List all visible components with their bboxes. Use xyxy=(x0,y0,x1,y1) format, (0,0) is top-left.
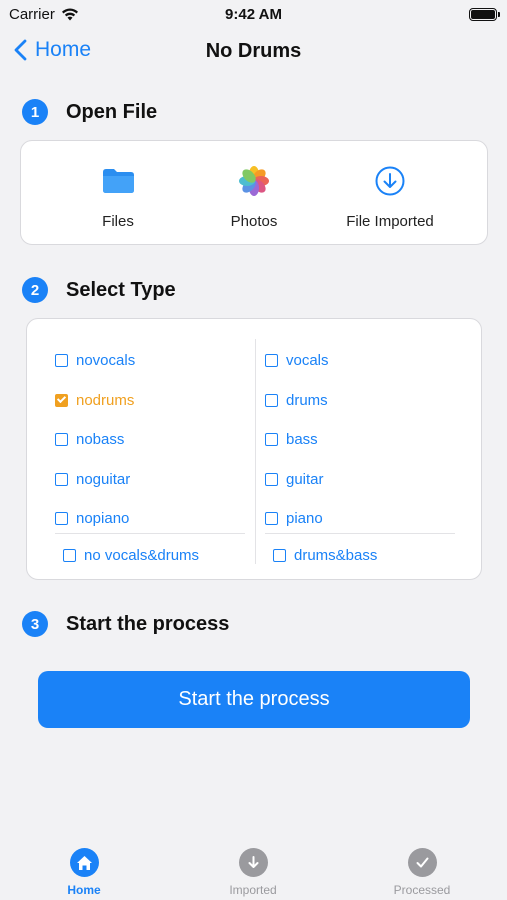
navigation-bar: Home No Drums xyxy=(0,32,507,74)
status-time: 9:42 AM xyxy=(225,6,282,23)
option-label: nodrums xyxy=(76,391,135,409)
checkbox[interactable] xyxy=(265,354,278,368)
status-bar: Carrier 9:42 AM xyxy=(0,0,507,28)
checkmark-icon xyxy=(407,848,437,877)
option-label: nopiano xyxy=(76,510,130,528)
checkbox[interactable] xyxy=(55,472,68,486)
tab-label: Home xyxy=(67,883,101,897)
type-option-vocals[interactable]: vocals xyxy=(265,341,455,381)
option-label: no vocals&drums xyxy=(84,547,200,564)
option-label: novocals xyxy=(76,352,136,370)
section-select-type: 2 Select Type xyxy=(22,277,176,303)
tab-label: Processed xyxy=(393,883,451,897)
step-badge: 2 xyxy=(22,277,48,303)
page-title: No Drums xyxy=(205,40,302,62)
type-option-nodrums[interactable]: nodrums xyxy=(55,381,245,421)
type-option-drums-bass[interactable]: drums&bass xyxy=(273,547,377,564)
section-title: Select Type xyxy=(66,278,176,301)
battery-icon xyxy=(469,8,500,21)
option-label: guitar xyxy=(286,470,324,488)
checkbox[interactable] xyxy=(55,433,68,447)
column-divider xyxy=(255,339,256,564)
option-label: vocals xyxy=(286,352,329,370)
photos-label: Photos xyxy=(230,213,278,230)
section-open-file: 1 Open File xyxy=(22,99,157,125)
type-option-guitar[interactable]: guitar xyxy=(265,460,455,500)
start-process-button[interactable]: Start the process xyxy=(38,671,470,728)
checkbox[interactable] xyxy=(273,549,286,562)
type-selection-card: novocals nodrums nobass noguitar nopiano… xyxy=(26,318,482,580)
row-divider-right xyxy=(265,533,455,534)
checkbox[interactable] xyxy=(265,393,278,407)
option-label: nobass xyxy=(76,431,125,449)
option-label: drums&bass xyxy=(294,547,378,564)
checkbox[interactable] xyxy=(265,472,278,486)
file-imported-label: File Imported xyxy=(346,213,434,230)
file-source-card: Files Photos File Imported xyxy=(20,140,488,245)
section-title: Start the process xyxy=(66,612,230,635)
files-option[interactable]: Files xyxy=(43,163,193,230)
files-label: Files xyxy=(102,213,134,230)
checkbox[interactable] xyxy=(265,512,278,526)
photos-option[interactable]: Photos xyxy=(179,163,329,230)
type-option-nobass[interactable]: nobass xyxy=(55,420,245,460)
home-icon xyxy=(69,848,99,877)
section-start: 3 Start the process xyxy=(22,611,229,637)
tab-home[interactable]: Home xyxy=(24,848,144,897)
type-column-left: novocals nodrums nobass noguitar nopiano xyxy=(55,341,245,539)
type-column-right: vocals drums bass guitar piano xyxy=(265,341,455,539)
option-label: noguitar xyxy=(76,470,131,488)
tab-label: Imported xyxy=(229,883,277,897)
option-label: piano xyxy=(286,510,323,528)
file-imported-option[interactable]: File Imported xyxy=(315,163,465,230)
checkbox[interactable] xyxy=(265,433,278,447)
photos-icon xyxy=(239,166,269,196)
type-option-novocals[interactable]: novocals xyxy=(55,341,245,381)
step-badge: 1 xyxy=(22,99,48,125)
download-circle-icon xyxy=(375,166,405,196)
folder-icon xyxy=(103,169,134,193)
step-badge: 3 xyxy=(22,611,48,637)
tab-imported[interactable]: Imported xyxy=(193,848,313,897)
checkbox[interactable] xyxy=(55,512,68,526)
type-option-noguitar[interactable]: noguitar xyxy=(55,460,245,500)
option-label: drums xyxy=(286,391,328,409)
checkbox[interactable] xyxy=(55,354,68,368)
option-label: bass xyxy=(286,431,318,449)
type-option-bass[interactable]: bass xyxy=(265,420,455,460)
tab-processed[interactable]: Processed xyxy=(362,848,482,897)
type-option-drums[interactable]: drums xyxy=(265,381,455,421)
checkbox[interactable] xyxy=(63,549,76,562)
type-option-no-vocals-drums[interactable]: no vocals&drums xyxy=(63,547,199,564)
section-title: Open File xyxy=(66,100,158,123)
row-divider-left xyxy=(55,533,245,534)
checkbox-checked[interactable] xyxy=(55,393,68,407)
download-icon xyxy=(238,848,268,877)
tab-bar: Home Imported Processed xyxy=(0,836,507,900)
